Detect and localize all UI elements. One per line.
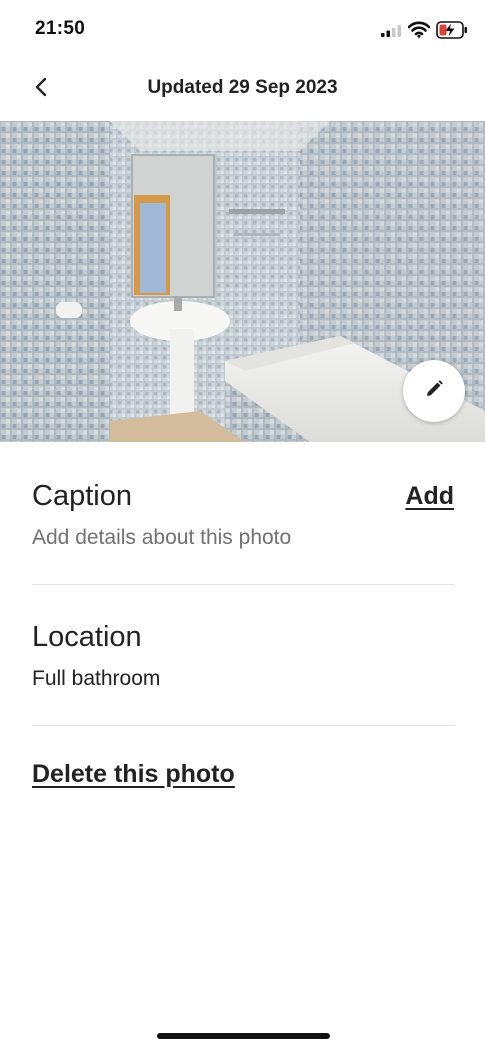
divider bbox=[32, 584, 455, 585]
delete-photo-link[interactable]: Delete this photo bbox=[32, 760, 235, 789]
home-indicator bbox=[157, 1033, 330, 1039]
nav-bar: Updated 29 Sep 2023 bbox=[0, 60, 485, 118]
status-bar: 21:50 bbox=[0, 0, 485, 60]
wifi-icon bbox=[407, 21, 431, 43]
caption-title: Caption bbox=[32, 480, 132, 512]
page-title: Updated 29 Sep 2023 bbox=[147, 77, 338, 98]
pencil-icon bbox=[424, 379, 444, 404]
add-caption-link[interactable]: Add bbox=[405, 482, 454, 511]
location-value: Full bathroom bbox=[32, 667, 161, 690]
edit-photo-button[interactable] bbox=[403, 360, 465, 422]
divider bbox=[32, 725, 455, 726]
signal-icon bbox=[381, 24, 403, 42]
battery-charging-icon bbox=[436, 21, 468, 44]
caption-placeholder: Add details about this photo bbox=[32, 526, 292, 549]
status-time: 21:50 bbox=[35, 18, 86, 39]
location-title: Location bbox=[32, 621, 142, 653]
